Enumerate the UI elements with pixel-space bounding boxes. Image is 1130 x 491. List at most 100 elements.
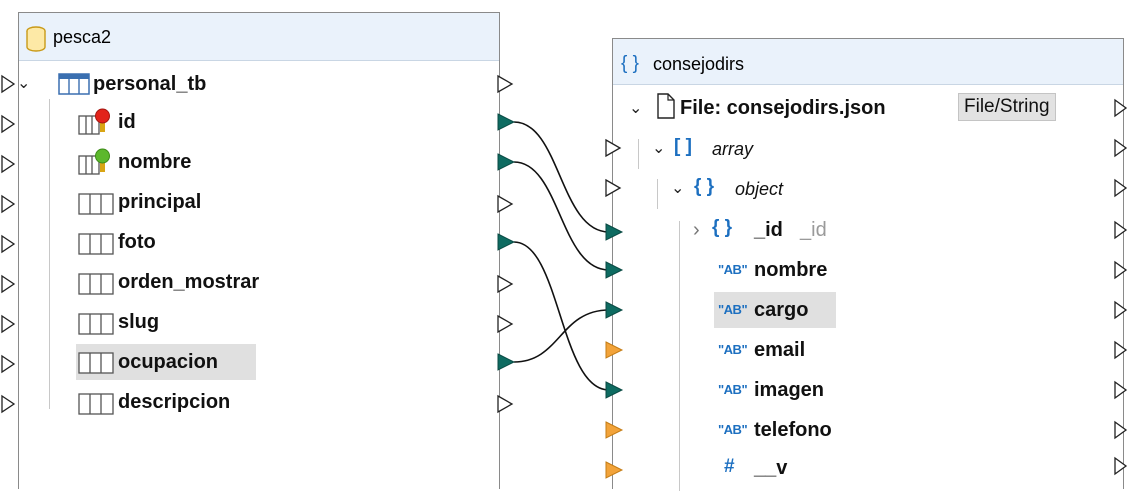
column-icon [78,273,114,295]
output-connector-nombre [1114,260,1128,280]
input-connector-__v [605,461,624,479]
column-icon [78,233,114,255]
target-title: consejodirs [653,54,745,74]
key-green-icon [78,148,110,175]
json-array-icon: [ ] [674,136,692,157]
id-label[interactable]: _id [754,218,783,242]
table-icon [58,73,90,95]
column-icon [78,352,114,374]
input-connector-id [1,114,16,134]
key-red-icon [78,108,110,135]
mapping-line-ocupacion[interactable] [513,309,610,363]
source-title: pesca2 [53,27,112,47]
output-connector-email [1114,340,1128,360]
json-object-icon: { } [712,217,733,238]
target-input-connectors [605,138,624,479]
id-type: _id [800,219,827,241]
expand-chevron-icon[interactable]: ⌄ [652,138,665,158]
field-label: slug [118,311,160,333]
field-label: descripcion [118,391,231,413]
input-connector-imagen [605,381,624,399]
field-label: nombre [754,259,828,281]
json-object-icon: { } [694,176,715,197]
output-connector-_id [1114,220,1128,240]
input-connector-slug [1,314,16,334]
mapping-line-id[interactable] [513,121,610,233]
target-field-imagen[interactable]: "AB" imagen [714,374,874,410]
target-header[interactable]: { } consejodirs [613,39,1123,85]
target-field-cargo[interactable]: "AB" cargo [714,292,836,328]
file-icon [657,93,675,119]
field-label: email [754,339,806,361]
string-type-icon: "AB" [718,342,748,357]
mapping-line-foto[interactable] [513,241,610,391]
column-icon [78,193,114,215]
output-connector-orden_mostrar [497,274,514,294]
tree-guide [49,99,50,409]
source-output-connectors [497,74,516,414]
object-label[interactable]: object [735,177,783,201]
expand-chevron-icon[interactable]: ⌄ [629,98,642,118]
tree-guide [679,221,680,491]
output-connector-file [1114,98,1128,118]
file-string-button[interactable]: File/String [958,93,1056,121]
source-field-foto[interactable]: foto [76,226,276,262]
string-type-icon: "AB" [718,262,748,277]
field-label: id [118,111,136,133]
input-connector-_id [605,223,624,241]
json-object-icon: { } [621,53,639,74]
output-connector-imagen [1114,380,1128,400]
source-field-slug[interactable]: slug [76,306,276,342]
source-field-nombre[interactable]: nombre [76,146,276,182]
field-label: cargo [754,299,809,321]
tree-guide [638,139,639,169]
column-icon [78,393,114,415]
mapping-line-nombre[interactable] [513,161,610,271]
target-field-__v[interactable]: # __v [714,452,874,488]
tree-guide [657,179,658,209]
input-connector-telefono [605,421,624,439]
input-connector-descripcion [1,394,16,414]
output-connector-descripcion [497,394,514,414]
source-field-descripcion[interactable]: descripcion [76,386,276,422]
output-connector-ocupacion [497,353,516,371]
collapse-chevron-icon[interactable]: › [693,219,700,242]
output-connector-array [1114,138,1128,158]
output-connector-principal [497,194,514,214]
string-type-icon: "AB" [718,422,748,437]
output-connector-slug [497,314,514,334]
source-field-id[interactable]: id [76,106,276,142]
output-connector-telefono [1114,420,1128,440]
output-connector-table [497,74,514,94]
file-label[interactable]: File: consejodirs.json [680,96,886,120]
field-label: nombre [118,151,192,173]
expand-chevron-icon[interactable]: ⌄ [671,178,684,198]
input-connector-nombre [1,154,16,174]
source-field-ocupacion[interactable]: ocupacion [76,344,256,380]
string-type-icon: "AB" [718,382,748,397]
output-connector-foto [497,233,516,251]
target-output-connectors [1114,98,1128,476]
target-field-email[interactable]: "AB" email [714,334,874,370]
output-connector-object [1114,178,1128,198]
column-icon [78,313,114,335]
input-connector-ocupacion [1,354,16,374]
output-connector-nombre [497,153,516,171]
table-name[interactable]: personal_tb [93,72,206,96]
source-field-orden_mostrar[interactable]: orden_mostrar [76,266,316,302]
source-header[interactable]: pesca2 [19,13,499,61]
input-connector-email [605,341,624,359]
output-connector-cargo [1114,300,1128,320]
number-type-icon: # [724,456,735,477]
field-label: imagen [754,379,825,401]
target-field-nombre[interactable]: "AB" nombre [714,254,874,290]
target-field-telefono[interactable]: "AB" telefono [714,414,874,450]
input-connector-array [605,138,622,158]
field-label: foto [118,231,156,253]
database-icon [26,26,46,52]
input-connector-cargo [605,301,624,319]
source-field-principal[interactable]: principal [76,186,276,222]
array-label[interactable]: array [712,137,753,161]
output-connector-id [497,113,516,131]
field-label: orden_mostrar [118,271,260,293]
